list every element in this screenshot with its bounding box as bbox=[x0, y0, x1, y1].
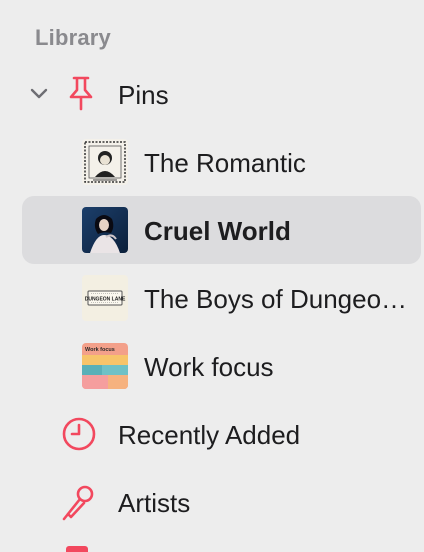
album-art-cruel-world bbox=[82, 207, 128, 253]
next-item-icon-partial bbox=[66, 546, 88, 552]
section-header-library: Library bbox=[35, 25, 111, 50]
album-art-dungeon-lane: DUNGEON LANE bbox=[82, 275, 128, 321]
pinned-item-label: Work focus bbox=[144, 352, 274, 382]
album-art-title-text: Work focus bbox=[85, 347, 115, 353]
pinned-item-label: Cruel World bbox=[144, 216, 291, 246]
pinned-item-cruel-world[interactable]: Cruel World bbox=[22, 196, 421, 264]
sidebar-item-label: Artists bbox=[118, 488, 191, 518]
sidebar: Library Pins The Romantic Cruel World DU… bbox=[0, 0, 424, 552]
pinned-item-label: The Romantic bbox=[144, 148, 306, 178]
album-art-title-text: DUNGEON LANE bbox=[85, 297, 126, 303]
album-art-work-focus: Work focus bbox=[82, 343, 128, 389]
pinned-item-work-focus[interactable]: Work focus Work focus bbox=[22, 332, 421, 400]
pinned-item-label: The Boys of Dungeon Lane bbox=[144, 284, 416, 314]
pinned-item-the-boys-of-dungeon-lane[interactable]: DUNGEON LANE The Boys of Dungeon Lane bbox=[22, 264, 421, 332]
chevron-down-icon[interactable] bbox=[28, 82, 50, 104]
sidebar-item-recently-added[interactable]: Recently Added bbox=[22, 400, 421, 468]
sidebar-item-pins[interactable]: Pins bbox=[22, 60, 421, 128]
sidebar-item-label: Recently Added bbox=[118, 420, 301, 450]
album-art-the-romantic bbox=[82, 139, 128, 185]
clock-icon bbox=[62, 417, 96, 451]
pin-icon bbox=[69, 76, 93, 111]
microphone-icon bbox=[62, 485, 94, 521]
pinned-item-the-romantic[interactable]: The Romantic bbox=[22, 128, 421, 196]
sidebar-item-artists[interactable]: Artists bbox=[22, 468, 421, 536]
sidebar-item-label: Pins bbox=[118, 80, 169, 110]
